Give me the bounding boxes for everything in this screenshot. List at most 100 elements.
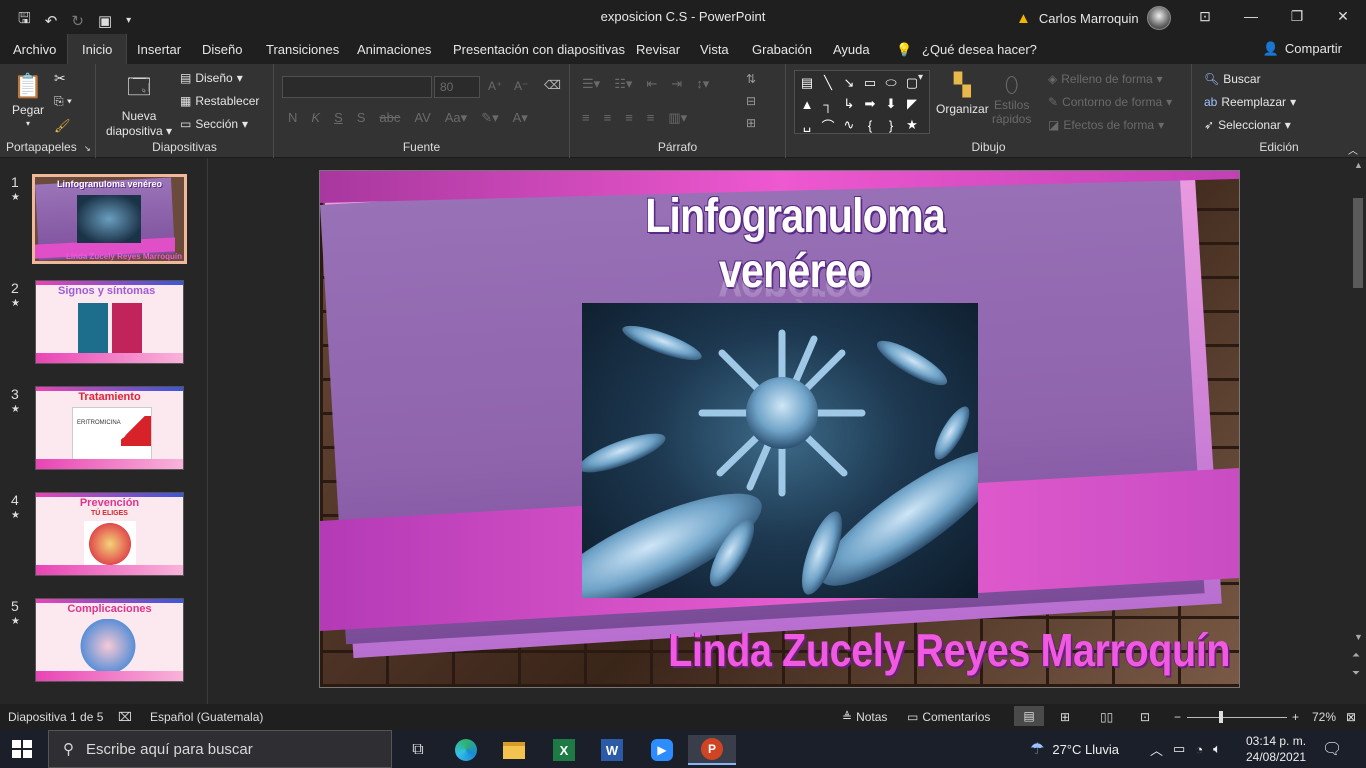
align-left-icon[interactable]: ≡ (582, 110, 590, 126)
justify-icon[interactable]: ≡ (647, 110, 655, 126)
tab-vista[interactable]: Vista (700, 42, 729, 57)
present-from-start-icon[interactable]: ▣ (98, 12, 112, 30)
star-shape-icon[interactable]: ★ (902, 115, 922, 135)
wifi-icon[interactable]: ◔ (1195, 742, 1203, 757)
freeform-shape-icon[interactable]: ␣ (797, 115, 817, 135)
zoom-level[interactable]: 72% (1312, 710, 1336, 724)
font-color-icon[interactable]: A▾ (513, 110, 528, 126)
numbering-icon[interactable]: ☷▾ (614, 76, 632, 92)
elbow-connector-icon[interactable]: ┐ (818, 94, 838, 114)
powerpoint-taskbar-icon[interactable]: P (688, 735, 736, 765)
font-family-select[interactable] (282, 76, 432, 98)
next-slide-icon[interactable]: ⏷ (1352, 668, 1360, 679)
highlight-icon[interactable]: ✎▾ (481, 110, 498, 126)
battery-icon[interactable]: ▭ (1173, 741, 1185, 757)
notes-button[interactable]: ≜ Notas (842, 710, 887, 724)
thumbnail-slide-1[interactable]: Linfogranuloma venéreo Linda Zucely Reye… (32, 174, 187, 264)
reading-view-icon[interactable]: ▯▯ (1100, 710, 1113, 724)
shape-effects-button[interactable]: ◪ Efectos de forma ▾ (1048, 118, 1164, 132)
thumbnail-slide-5[interactable]: Complicaciones (35, 598, 184, 682)
zoom-app-icon[interactable]: ▶ (640, 735, 684, 765)
slide-author[interactable]: Linda Zucely Reyes Marroquín (662, 623, 1230, 677)
decrease-font-icon[interactable]: A⁻ (514, 79, 528, 93)
close-button[interactable]: ✕ (1320, 0, 1366, 32)
task-view-icon[interactable]: ⧉ (396, 735, 440, 765)
left-brace-icon[interactable]: { (860, 115, 880, 135)
decrease-indent-icon[interactable]: ⇤ (646, 76, 657, 92)
scroll-down-icon[interactable]: ▼ (1354, 632, 1363, 642)
share-button[interactable]: 👤 Compartir (1263, 41, 1342, 57)
user-account[interactable]: ▲ Carlos Marroquin (1016, 6, 1171, 30)
thumbnail-slide-3[interactable]: Tratamiento ERITROMICINA (35, 386, 184, 470)
case-icon[interactable]: Aa▾ (445, 110, 467, 126)
avatar[interactable] (1146, 6, 1171, 30)
minimize-button[interactable]: — (1228, 0, 1274, 32)
tab-ayuda[interactable]: Ayuda (833, 42, 870, 57)
spacing-icon[interactable]: AV (414, 110, 430, 126)
italic-icon[interactable]: K (311, 110, 320, 126)
fit-slide-icon[interactable]: ⊠ (1346, 710, 1356, 724)
tray-chevron-icon[interactable]: ︿ (1150, 740, 1163, 759)
quick-styles-button[interactable]: ⬯ Estilos rápidos (992, 72, 1031, 126)
right-brace-icon[interactable]: } (881, 115, 901, 135)
oval-shape-icon[interactable]: ⬭ (881, 73, 901, 93)
align-text-icon[interactable]: ⊟ (746, 94, 756, 108)
shapes-gallery[interactable]: ▤ ╲ ↘ ▭ ⬭ ▢ ▲ ┐ ↳ ➡ ⬇ ◤ ␣ ⌒ ∿ { } ★ (794, 70, 930, 134)
callout-shape-icon[interactable]: ◤ (902, 94, 922, 114)
copy-icon[interactable]: ⎘ ▾ (54, 94, 72, 109)
language-indicator[interactable]: Español (Guatemala) (150, 710, 263, 724)
arc-shape-icon[interactable]: ⌒ (818, 115, 838, 135)
gallery-more-icon[interactable]: ▾ (918, 72, 923, 83)
edge-browser-icon[interactable] (444, 735, 488, 765)
slide-canvas[interactable]: Linfogranuloma venéreo Linfogranuloma ve… (319, 170, 1240, 688)
line-shape-icon[interactable]: ╲ (818, 73, 838, 93)
shadow-icon[interactable]: S (357, 110, 366, 126)
arrow-line-shape-icon[interactable]: ↘ (839, 73, 859, 93)
taskbar-search[interactable]: ⚲ Escribe aquí para buscar (48, 730, 392, 768)
reset-button[interactable]: ▦ Restablecer (180, 94, 259, 108)
normal-view-icon[interactable]: ▤ (1014, 706, 1044, 726)
dialog-launcher-icon[interactable]: ↘ (84, 144, 91, 153)
notifications-icon[interactable]: 🗨︎ (1322, 730, 1342, 768)
line-spacing-icon[interactable]: ↕▾ (696, 76, 709, 92)
weather-widget[interactable]: ☂ 27°C Lluvia (1030, 730, 1119, 768)
collapse-ribbon-icon[interactable]: ︿ (1348, 142, 1358, 157)
zoom-slider-track[interactable] (1187, 717, 1287, 718)
save-icon[interactable]: 🖫 (18, 8, 31, 33)
maximize-button[interactable]: ❐ (1274, 0, 1320, 32)
smartart-icon[interactable]: ⊞ (746, 116, 756, 130)
arrange-button[interactable]: ▚ Organizar (936, 72, 989, 116)
curve-shape-icon[interactable]: ∿ (839, 115, 859, 135)
select-button[interactable]: ➶ Seleccionar ▾ (1204, 118, 1291, 132)
columns-icon[interactable]: ▥▾ (668, 110, 687, 126)
new-slide-button[interactable]: 🗔 Nueva diapositiva ▾ (106, 70, 172, 138)
spellcheck-icon[interactable]: ⌧ (118, 710, 132, 724)
tab-insertar[interactable]: Insertar (137, 42, 181, 57)
slide-sorter-icon[interactable]: ⊞ (1060, 710, 1070, 724)
align-center-icon[interactable]: ≡ (604, 110, 612, 126)
right-arrow-shape-icon[interactable]: ➡ (860, 94, 880, 114)
tab-grabacion[interactable]: Grabación (752, 42, 812, 57)
elbow-arrow-icon[interactable]: ↳ (839, 94, 859, 114)
file-explorer-icon[interactable] (492, 735, 536, 765)
textbox-shape-icon[interactable]: ▤ (797, 73, 817, 93)
tab-diseno[interactable]: Diseño (202, 42, 242, 57)
undo-icon[interactable]: ↶ (45, 12, 58, 30)
scroll-up-icon[interactable]: ▲ (1354, 160, 1363, 170)
zoom-out-icon[interactable]: − (1174, 710, 1181, 724)
shape-outline-button[interactable]: ✎ Contorno de forma ▾ (1048, 95, 1172, 109)
volume-icon[interactable]: 🔈︎ (1213, 741, 1221, 757)
increase-font-icon[interactable]: A⁺ (488, 79, 502, 93)
layout-button[interactable]: ▤ Diseño ▾ (180, 71, 243, 85)
font-size-select[interactable]: 80 (434, 76, 480, 98)
thumbnail-slide-4[interactable]: Prevención TÚ ELIGES (35, 492, 184, 576)
cut-icon[interactable]: ✂ (54, 70, 66, 87)
bold-icon[interactable]: N (288, 110, 297, 126)
clear-format-icon[interactable]: ⌫ (544, 78, 561, 92)
scrollbar-thumb[interactable] (1353, 198, 1363, 288)
down-arrow-shape-icon[interactable]: ⬇ (881, 94, 901, 114)
format-painter-icon[interactable]: 🖌 (54, 118, 71, 134)
section-button[interactable]: ▭ Sección ▾ (180, 117, 248, 131)
slideshow-view-icon[interactable]: ⊡ (1140, 710, 1150, 724)
ribbon-display-options-icon[interactable]: ⊡ (1182, 0, 1228, 32)
